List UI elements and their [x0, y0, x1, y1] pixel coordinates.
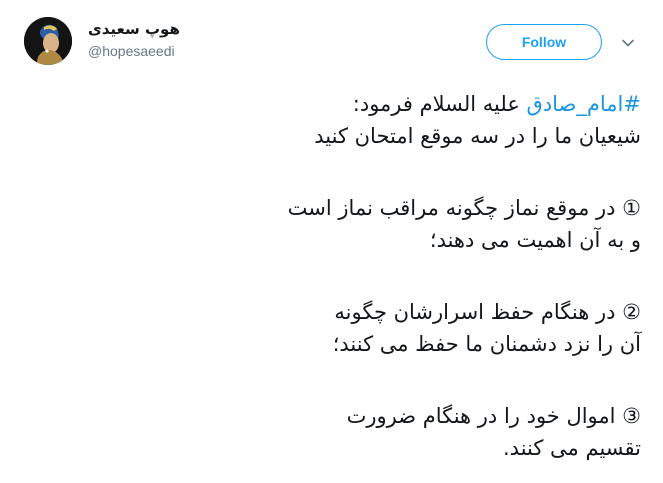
tweet-line: ② در هنگام حفظ اسرارشان چگونه	[334, 300, 641, 324]
tweet-line: تقسیم می کنند.	[503, 436, 641, 460]
chevron-down-icon[interactable]	[621, 36, 635, 50]
user-handle[interactable]: @hopesaeedi	[88, 43, 175, 59]
tweet-line: شیعیان ما را در سه موقع امتحان کنید	[314, 124, 641, 148]
tweet-line: #امام_صادق علیه السلام فرمود:	[41, 88, 641, 120]
avatar-image	[24, 17, 72, 65]
avatar[interactable]	[24, 17, 72, 65]
tweet-line: آن را نزد دشمنان ما حفظ می کنند؛	[332, 332, 641, 356]
follow-button-label: Follow	[521, 34, 567, 50]
tweet-line: ③ اموال خود را در هنگام ضرورت	[346, 404, 641, 428]
tweet-text: #امام_صادق علیه السلام فرمود: شیعیان ما …	[41, 88, 641, 464]
tweet-line: و به آن اهمیت می دهند؛	[429, 228, 641, 252]
follow-button[interactable]: Follow	[486, 24, 602, 60]
tweet-line: ① در موقع نماز چگونه مراقب نماز است	[287, 196, 641, 220]
hashtag-link[interactable]: #امام_صادق	[527, 92, 641, 116]
tweet-line-text: علیه السلام فرمود:	[352, 92, 527, 116]
user-display-name[interactable]: هوپ سعیدی	[88, 20, 180, 38]
